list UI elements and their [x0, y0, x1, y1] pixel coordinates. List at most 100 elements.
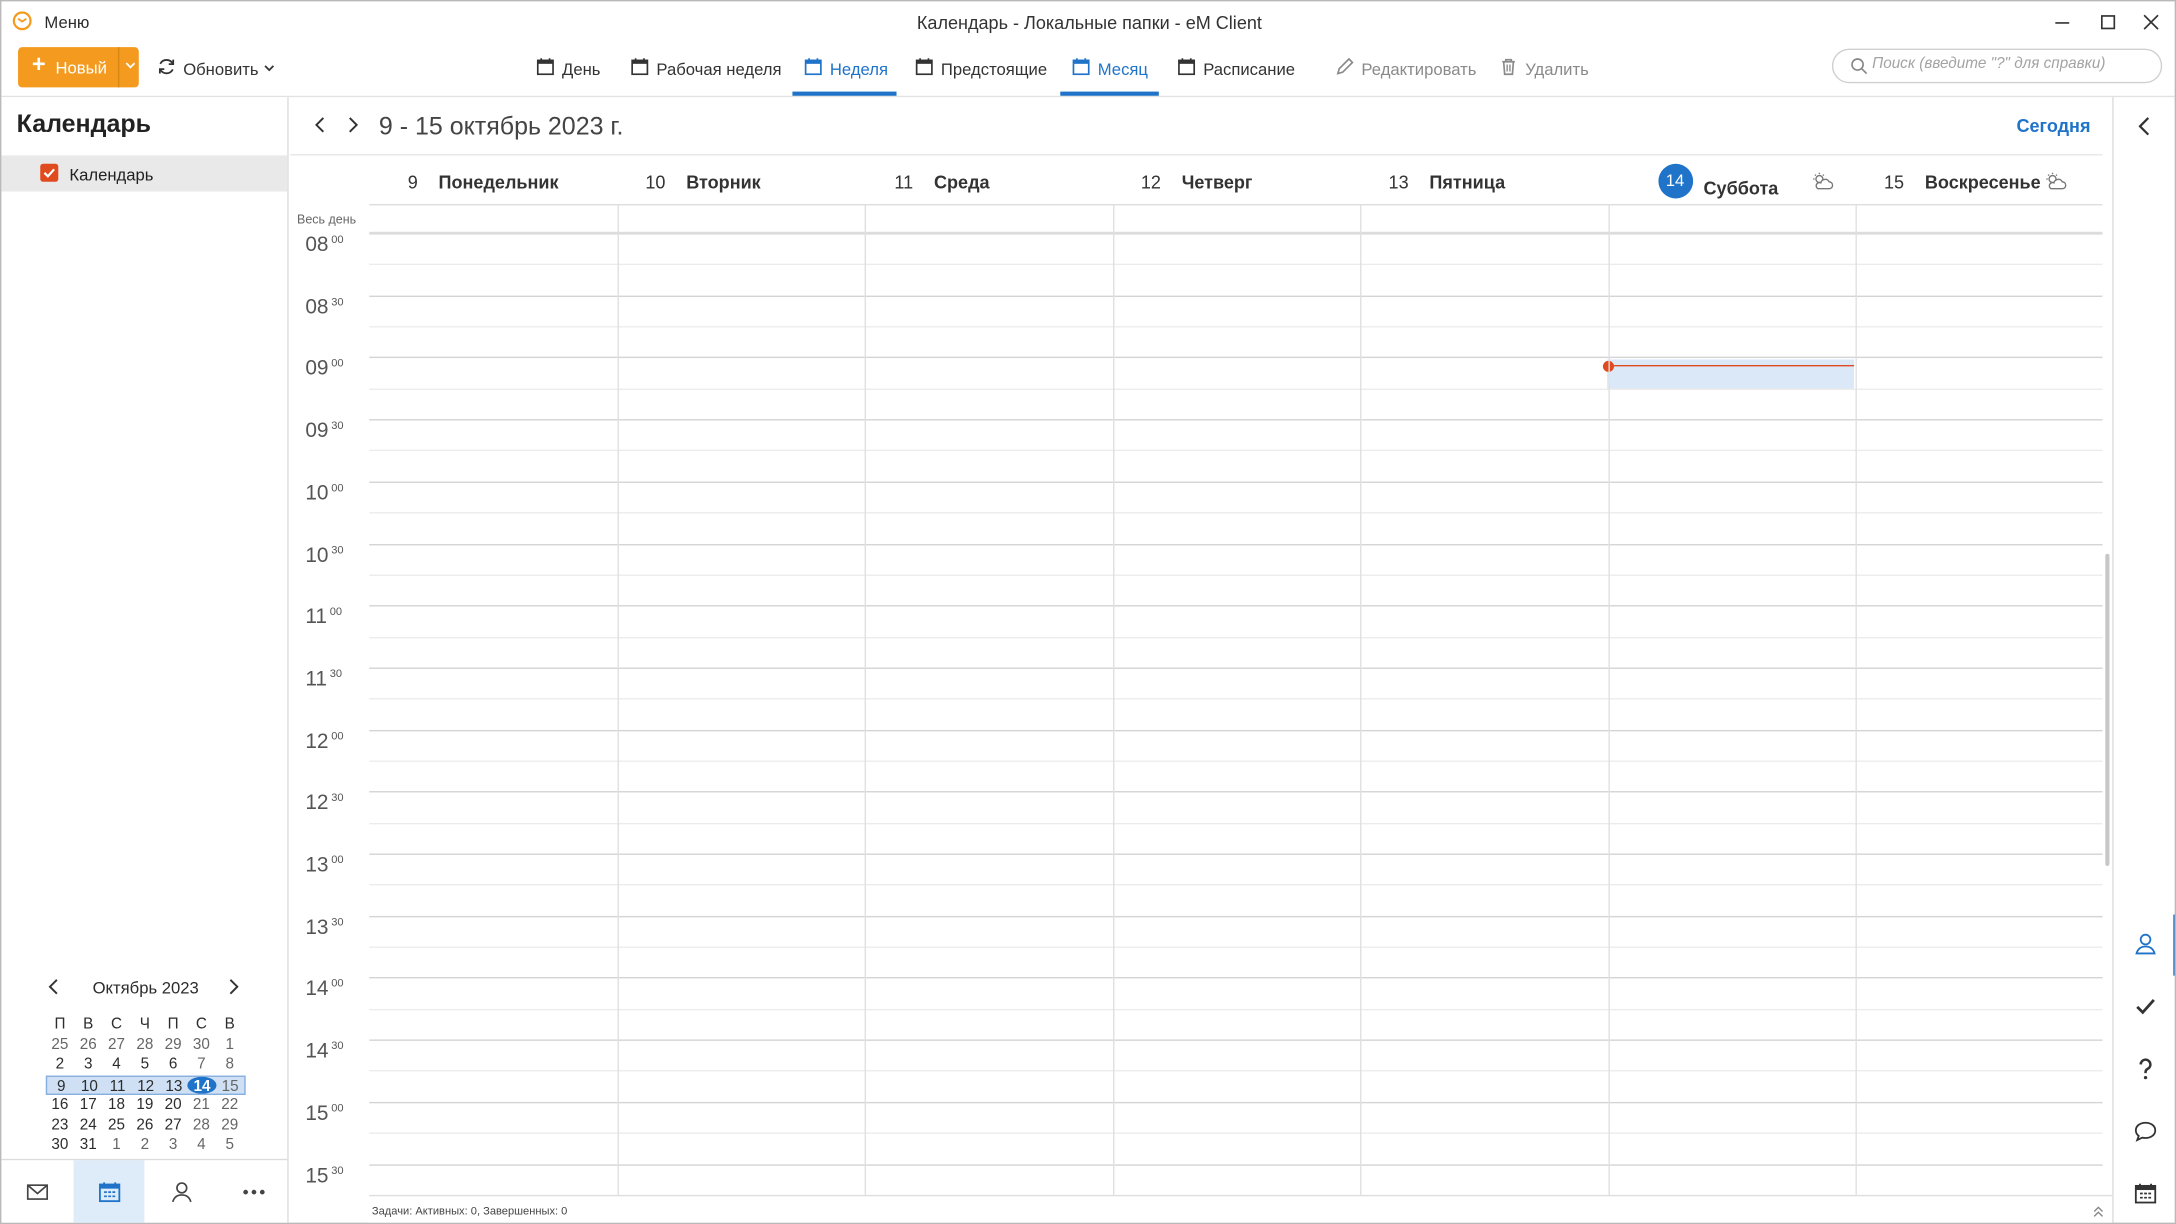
collapse-rail-button[interactable] — [2114, 97, 2175, 158]
person-icon — [171, 1182, 192, 1203]
collapse-up-icon[interactable] — [2091, 1205, 2105, 1219]
mini-day[interactable]: 4 — [102, 1055, 130, 1075]
mini-day[interactable]: 5 — [216, 1135, 244, 1155]
grid-line — [369, 946, 2103, 948]
day-header-13[interactable]: 13 Пятница — [1375, 172, 1506, 193]
nav-more[interactable] — [218, 1160, 289, 1222]
rail-agenda[interactable] — [2114, 1164, 2175, 1222]
rail-contacts[interactable] — [2114, 914, 2175, 976]
search-input[interactable] — [1872, 55, 2150, 73]
mini-week-row: 23 24 25 26 27 28 29 — [46, 1115, 246, 1135]
calendar-schedule-icon — [1178, 58, 1196, 76]
day-name: Понедельник — [438, 172, 559, 193]
mini-day[interactable]: 3 — [74, 1055, 102, 1075]
time-label: 12 00 — [305, 729, 343, 753]
tab-calendar-week[interactable]: Неделя — [804, 51, 901, 84]
mini-day[interactable]: 12 — [132, 1076, 160, 1095]
calendar-list-item[interactable]: Календарь — [1, 155, 288, 192]
mini-day[interactable]: 6 — [159, 1055, 187, 1075]
mini-day[interactable]: 20 — [159, 1095, 187, 1115]
chevron-right-icon[interactable] — [343, 115, 362, 134]
tab-calendar-upcoming[interactable]: Предстоящие — [915, 51, 1047, 84]
mini-day[interactable]: 1 — [216, 1035, 244, 1055]
minimize-icon[interactable] — [2050, 10, 2075, 35]
mini-day[interactable]: 30 — [46, 1135, 74, 1155]
mini-day[interactable]: 30 — [187, 1035, 215, 1055]
new-button-divider — [117, 47, 120, 88]
mini-day[interactable]: 28 — [187, 1115, 215, 1135]
mini-day[interactable]: 10 — [75, 1076, 103, 1095]
nav-calendar[interactable] — [73, 1160, 145, 1223]
mini-day[interactable]: 2 — [46, 1055, 74, 1075]
day-header-14[interactable]: 14 Суббота — [1657, 163, 1833, 207]
chevron-down-icon[interactable] — [124, 58, 138, 72]
maximize-icon[interactable] — [2096, 10, 2121, 35]
chevron-right-icon[interactable] — [223, 977, 242, 996]
mini-day[interactable]: 26 — [131, 1115, 159, 1135]
close-icon[interactable] — [2139, 10, 2164, 35]
day-header-11[interactable]: 11 Среда — [880, 172, 989, 193]
mini-day[interactable]: 27 — [102, 1035, 130, 1055]
mini-day[interactable]: 19 — [131, 1095, 159, 1115]
mini-day[interactable]: 7 — [187, 1055, 215, 1075]
mini-day[interactable]: 3 — [159, 1135, 187, 1155]
mini-day[interactable]: 14 — [187, 1076, 217, 1094]
mini-day[interactable]: 25 — [46, 1035, 74, 1055]
vertical-scrollbar[interactable] — [2105, 553, 2110, 866]
tab-calendar-workweek[interactable]: Рабочая неделя — [630, 51, 783, 84]
new-button[interactable]: + Новый — [18, 47, 139, 88]
toolbar-divider — [1, 95, 2175, 98]
mini-day[interactable]: 28 — [131, 1035, 159, 1055]
delete-button[interactable]: Удалить — [1499, 51, 1596, 84]
nav-mail[interactable] — [1, 1160, 72, 1222]
mini-day[interactable]: 29 — [159, 1035, 187, 1055]
mini-day[interactable]: 13 — [160, 1076, 188, 1095]
rail-tasks[interactable] — [2114, 977, 2175, 1038]
day-header-10[interactable]: 10 Вторник — [632, 172, 760, 193]
day-header-12[interactable]: 12 Четверг — [1128, 172, 1253, 193]
mini-day[interactable]: 22 — [216, 1095, 244, 1115]
grid-line — [369, 667, 2103, 669]
mini-day[interactable]: 27 — [159, 1115, 187, 1135]
tab-calendar-schedule[interactable]: Расписание — [1177, 51, 1302, 84]
time-minute: 30 — [331, 295, 344, 308]
mini-day[interactable]: 29 — [216, 1115, 244, 1135]
mini-day[interactable]: 4 — [187, 1135, 215, 1155]
allday-row[interactable] — [369, 204, 2103, 234]
day-header-15[interactable]: 15 Воскресенье — [1871, 172, 2067, 193]
mini-day[interactable]: 18 — [102, 1095, 130, 1115]
mini-day[interactable]: 9 — [47, 1076, 75, 1095]
mini-day[interactable]: 2 — [131, 1135, 159, 1155]
chevron-down-icon[interactable] — [262, 61, 276, 75]
mini-day[interactable]: 1 — [102, 1135, 130, 1155]
mini-day[interactable]: 26 — [74, 1035, 102, 1055]
edit-button[interactable]: Редактировать — [1335, 51, 1476, 84]
rail-chat[interactable] — [2114, 1102, 2175, 1163]
mini-day[interactable]: 5 — [131, 1055, 159, 1075]
tasks-status: Задачи: Активных: 0, Завершенных: 0 — [371, 1204, 568, 1218]
search-box[interactable] — [1831, 48, 2163, 84]
chevron-left-icon[interactable] — [311, 115, 330, 134]
mini-day[interactable]: 16 — [46, 1095, 74, 1115]
rail-help[interactable] — [2114, 1039, 2175, 1100]
calendar-checkbox[interactable] — [40, 163, 59, 182]
today-button[interactable]: Сегодня — [2016, 115, 2090, 136]
mini-day[interactable]: 21 — [187, 1095, 215, 1115]
mini-day[interactable]: 25 — [102, 1115, 130, 1135]
nav-contacts[interactable] — [146, 1160, 217, 1222]
mini-day[interactable]: 11 — [103, 1076, 131, 1095]
time-label: 15 00 — [305, 1102, 343, 1126]
day-header-9[interactable]: 9 Понедельник — [384, 172, 559, 193]
mini-day[interactable]: 24 — [74, 1115, 102, 1135]
mini-day[interactable]: 23 — [46, 1115, 74, 1135]
mini-day[interactable]: 15 — [216, 1076, 244, 1095]
refresh-button[interactable]: Обновить — [157, 51, 282, 84]
tab-calendar-day[interactable]: День — [536, 51, 605, 84]
mini-day[interactable]: 17 — [74, 1095, 102, 1115]
tab-calendar-month[interactable]: Месяц — [1071, 51, 1154, 84]
grid-line — [369, 419, 2103, 421]
mini-week-row: 16 17 18 19 20 21 22 — [46, 1095, 246, 1115]
mini-day[interactable]: 31 — [74, 1135, 102, 1155]
calendar-month-icon — [1072, 58, 1090, 76]
mini-day[interactable]: 8 — [216, 1055, 244, 1075]
